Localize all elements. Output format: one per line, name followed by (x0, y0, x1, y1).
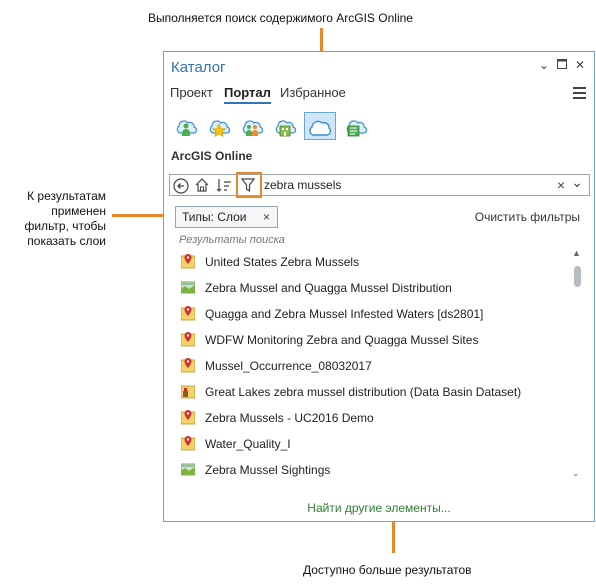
map-image-layer-icon (180, 461, 196, 477)
feature-layer-icon (180, 305, 196, 321)
tab-favorites[interactable]: Избранное (280, 85, 346, 100)
feature-layer-icon (180, 409, 196, 425)
result-label: WDFW Monitoring Zebra and Quagga Mussel … (205, 333, 479, 347)
organization-icon[interactable] (271, 112, 299, 140)
list-item[interactable]: Water_Quality_I (177, 431, 572, 457)
filter-chip: Типы: Слои × (175, 206, 278, 228)
map-image-layer-icon (180, 279, 196, 295)
list-item[interactable]: Zebra Mussel Sightings (177, 457, 572, 483)
left-callout-line-3: фильтр, чтобы (24, 219, 106, 233)
source-label: ArcGIS Online (171, 149, 253, 163)
groups-icon[interactable] (238, 112, 266, 140)
remove-filter-icon[interactable]: × (263, 210, 270, 224)
result-label: Quagga and Zebra Mussel Infested Waters … (205, 307, 484, 321)
find-more-link[interactable]: Найти другие элементы... (164, 501, 594, 515)
result-label: Water_Quality_I (205, 437, 291, 451)
filter-chip-label: Типы: Слои (182, 210, 247, 224)
list-item[interactable]: Quagga and Zebra Mussel Infested Waters … (177, 301, 572, 327)
result-label: United States Zebra Mussels (205, 255, 360, 269)
living-atlas-icon[interactable] (342, 112, 370, 140)
list-item[interactable]: WDFW Monitoring Zebra and Quagga Mussel … (177, 327, 572, 353)
home-button[interactable] (192, 175, 212, 195)
back-button[interactable] (170, 175, 190, 195)
close-icon[interactable]: ✕ (572, 58, 588, 74)
arcgis-online-icon[interactable] (304, 112, 336, 140)
tab-project[interactable]: Проект (170, 85, 213, 100)
results-header: Результаты поиска (179, 234, 285, 246)
left-callout-line-1: К результатам (27, 189, 106, 203)
result-label: Great Lakes zebra mussel distribution (D… (205, 385, 522, 399)
search-bar: × ⌄ (169, 172, 590, 198)
filter-highlight (236, 172, 262, 198)
chevron-down-icon[interactable]: ⌄ (536, 58, 552, 74)
clear-filters-button[interactable]: Очистить фильтры (475, 210, 580, 224)
my-content-icon[interactable] (172, 112, 200, 140)
result-label: Zebra Mussels - UC2016 Demo (205, 411, 374, 425)
list-item[interactable]: Great Lakes zebra mussel distribution (D… (177, 379, 572, 405)
favorites-icon[interactable] (205, 112, 233, 140)
pane-titlebar: Каталог ⌄ ✕ (164, 52, 594, 82)
search-input[interactable] (264, 177, 544, 193)
list-item[interactable]: Zebra Mussels - UC2016 Demo (177, 405, 572, 431)
sort-button[interactable] (213, 175, 233, 195)
maximize-icon[interactable] (554, 58, 570, 74)
data-basin-layer-icon (180, 383, 196, 399)
feature-layer-icon (180, 435, 196, 451)
result-label: Zebra Mussel Sightings (205, 463, 331, 477)
top-callout: Выполняется поиск содержимого ArcGIS Onl… (148, 11, 413, 25)
left-callout-line-2: применен (51, 204, 106, 218)
left-callout: К результатам применен фильтр, чтобы пок… (0, 189, 106, 249)
scrollbar-thumb[interactable] (574, 266, 581, 287)
result-label: Zebra Mussel and Quagga Mussel Distribut… (205, 281, 452, 295)
scroll-up-icon[interactable]: ▲ (572, 248, 581, 258)
feature-layer-icon (180, 357, 196, 373)
list-item[interactable]: Mussel_Occurrence_08032017 (177, 353, 572, 379)
list-item[interactable]: Zebra Mussel and Quagga Mussel Distribut… (177, 275, 572, 301)
pane-title: Каталог (171, 59, 226, 76)
list-item[interactable]: United States Zebra Mussels (177, 249, 572, 275)
catalog-pane: Каталог ⌄ ✕ Проект Портал Избранное ArcG… (163, 51, 595, 522)
feature-layer-icon (180, 331, 196, 347)
menu-icon[interactable] (573, 87, 586, 99)
clear-search-icon[interactable]: × (557, 177, 565, 193)
scroll-down-icon[interactable]: ⌄ (572, 468, 580, 479)
search-options-chevron-icon[interactable]: ⌄ (571, 174, 583, 191)
left-callout-line-4: показать слои (27, 234, 106, 248)
tab-portal[interactable]: Портал (224, 85, 271, 104)
result-label: Mussel_Occurrence_08032017 (205, 359, 372, 373)
feature-layer-icon (180, 253, 196, 269)
bottom-callout: Доступно больше результатов (303, 563, 472, 577)
